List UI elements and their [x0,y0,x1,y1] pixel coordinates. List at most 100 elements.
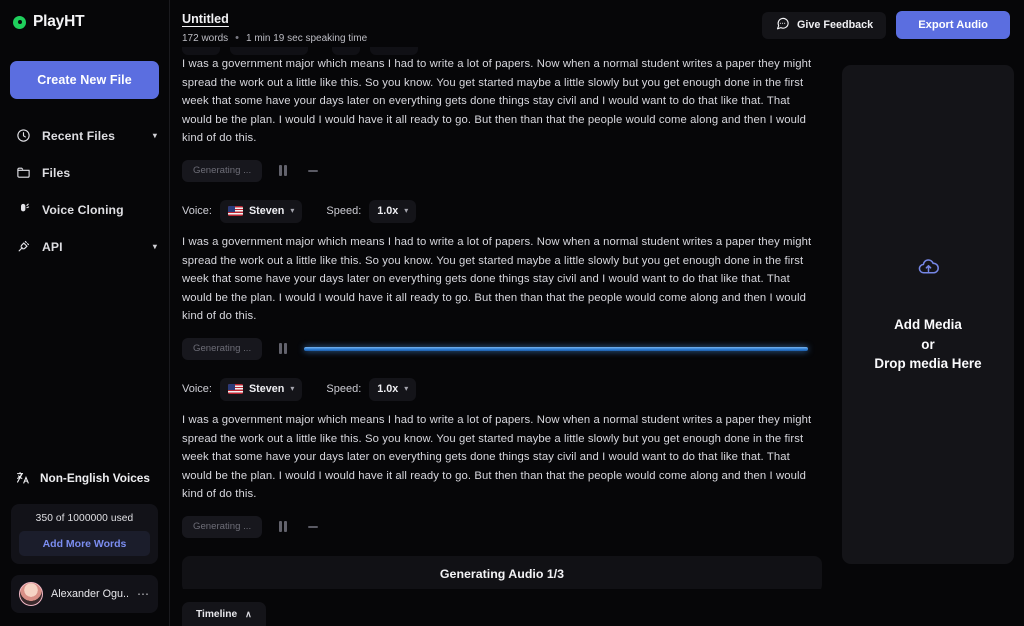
meta-separator: • [235,32,239,44]
block-controls: Generating ... [182,512,822,542]
top-bar-actions: Give Feedback Export Audio [761,10,1010,39]
add-media-dropzone[interactable]: Add Media or Drop media Here [842,65,1014,564]
dash-icon [304,162,322,180]
top-bar: Untitled 172 words • 1 min 19 sec speaki… [170,0,1024,47]
plug-icon [16,239,31,254]
voice-select[interactable]: Steven ▾ [219,199,303,223]
scrolled-off-voice-row [182,47,822,55]
create-new-file-button[interactable]: Create New File [10,61,159,99]
generating-audio-banner: Generating Audio 1/3 [182,555,822,589]
voice-group: Voice: Steven ▾ [182,377,303,401]
sidebar-item-files[interactable]: Files [0,154,169,191]
speed-group: Speed: 1.0x ▾ [326,199,417,223]
speed-select[interactable]: 1.0x ▾ [369,199,417,223]
timeline-toggle-button[interactable]: Timeline ∧ [182,602,266,626]
voice-settings-row: Voice: Steven ▾ Speed: 1.0x ▾ [182,199,822,223]
speed-value: 1.0x [377,205,399,218]
text-block: I was a government major which means I h… [182,47,822,186]
generating-status-pill: Generating ... [182,159,263,182]
ghost-pill [182,47,220,55]
speed-select[interactable]: 1.0x ▾ [369,377,417,401]
add-media-subtitle: Drop media Here [874,356,982,372]
brand-name: PlayHT [33,13,85,30]
chevron-down-icon: ▾ [290,206,295,216]
workspace: I was a government major which means I h… [170,47,1024,589]
chevron-down-icon: ▾ [404,384,409,394]
chevron-down-icon: ▾ [290,384,295,394]
microphone-icon [16,202,31,217]
usage-text: 350 of 1000000 used [35,513,134,524]
folder-icon [16,165,31,180]
add-media-or: or [921,336,935,352]
brand-logo[interactable]: PlayHT [0,0,169,31]
voice-label: Voice: [182,383,212,396]
speed-value: 1.0x [377,383,399,396]
speed-label: Speed: [326,205,362,218]
dash-icon [304,518,322,536]
sidebar-item-label: Files [42,165,71,180]
document-info: Untitled 172 words • 1 min 19 sec speaki… [182,10,762,44]
add-media-title: Add Media [894,317,962,333]
us-flag-icon [227,384,243,395]
sidebar-item-recent-files[interactable]: Recent Files ▾ [0,117,169,154]
speed-group: Speed: 1.0x ▾ [326,377,417,401]
non-english-voices-label: Non-English Voices [40,471,150,485]
sidebar-item-label: Voice Cloning [42,202,124,217]
translate-icon [16,471,31,486]
ghost-pill [230,47,308,55]
audio-progress-bar[interactable] [304,346,808,351]
voice-value: Steven [248,383,285,396]
sidebar-item-non-english-voices[interactable]: Non-English Voices [0,463,169,493]
app-root: PlayHT Create New File Recent Files ▾ Fi… [0,0,1024,626]
export-audio-button[interactable]: Export Audio [896,11,1010,39]
block-controls: Generating ... [182,156,822,186]
more-horizontal-icon[interactable]: ⋯ [137,588,150,600]
speed-label: Speed: [326,383,362,396]
generating-status-pill: Generating ... [182,337,263,360]
clock-icon [16,128,31,143]
chevron-up-icon: ∧ [245,608,252,619]
ghost-pill [332,47,360,55]
voice-select[interactable]: Steven ▾ [219,377,303,401]
chevron-down-icon[interactable]: ▾ [153,242,157,251]
cloud-upload-icon [917,255,940,283]
sidebar-item-label: Recent Files [42,128,115,143]
block-controls: Generating ... [182,334,822,364]
voice-settings-row: Voice: Steven ▾ Speed: 1.0x ▾ [182,377,822,401]
give-feedback-button[interactable]: Give Feedback [761,11,887,39]
sidebar-nav: Recent Files ▾ Files Voice Cloning API ▾ [0,117,169,265]
speaking-time: 1 min 19 sec speaking time [246,33,368,44]
pause-icon[interactable] [274,162,292,180]
add-more-words-button[interactable]: Add More Words [19,531,150,556]
word-count: 172 words [182,33,229,44]
chat-bubble-icon [775,16,790,34]
voice-group: Voice: Steven ▾ [182,199,303,223]
text-block: I was a government major which means I h… [182,411,822,542]
audio-progress-fill [304,346,808,351]
sidebar-item-api[interactable]: API ▾ [0,228,169,265]
user-name: Alexander Ogu... [51,588,129,600]
avatar [19,582,43,606]
give-feedback-label: Give Feedback [796,19,874,31]
ghost-pill [370,47,418,55]
pause-icon[interactable] [274,518,292,536]
paragraph-text[interactable]: I was a government major which means I h… [182,411,816,504]
voice-value: Steven [248,205,285,218]
pause-icon[interactable] [274,340,292,358]
chevron-down-icon[interactable]: ▾ [153,131,157,140]
generating-status-pill: Generating ... [182,515,263,538]
voice-label: Voice: [182,205,212,218]
sidebar-item-voice-cloning[interactable]: Voice Cloning [0,191,169,228]
user-account-card[interactable]: Alexander Ogu... ⋯ [11,575,158,613]
chevron-down-icon: ▾ [404,206,409,216]
main-content: Untitled 172 words • 1 min 19 sec speaki… [170,0,1024,626]
paragraph-text[interactable]: I was a government major which means I h… [182,55,816,148]
text-block: I was a government major which means I h… [182,233,822,364]
usage-card: 350 of 1000000 used Add More Words [11,504,158,564]
editor-scroll-area[interactable]: I was a government major which means I h… [182,47,822,589]
paragraph-text[interactable]: I was a government major which means I h… [182,233,816,326]
document-meta: 172 words • 1 min 19 sec speaking time [182,32,762,45]
timeline-label: Timeline [196,608,238,620]
page-title[interactable]: Untitled [182,12,229,26]
